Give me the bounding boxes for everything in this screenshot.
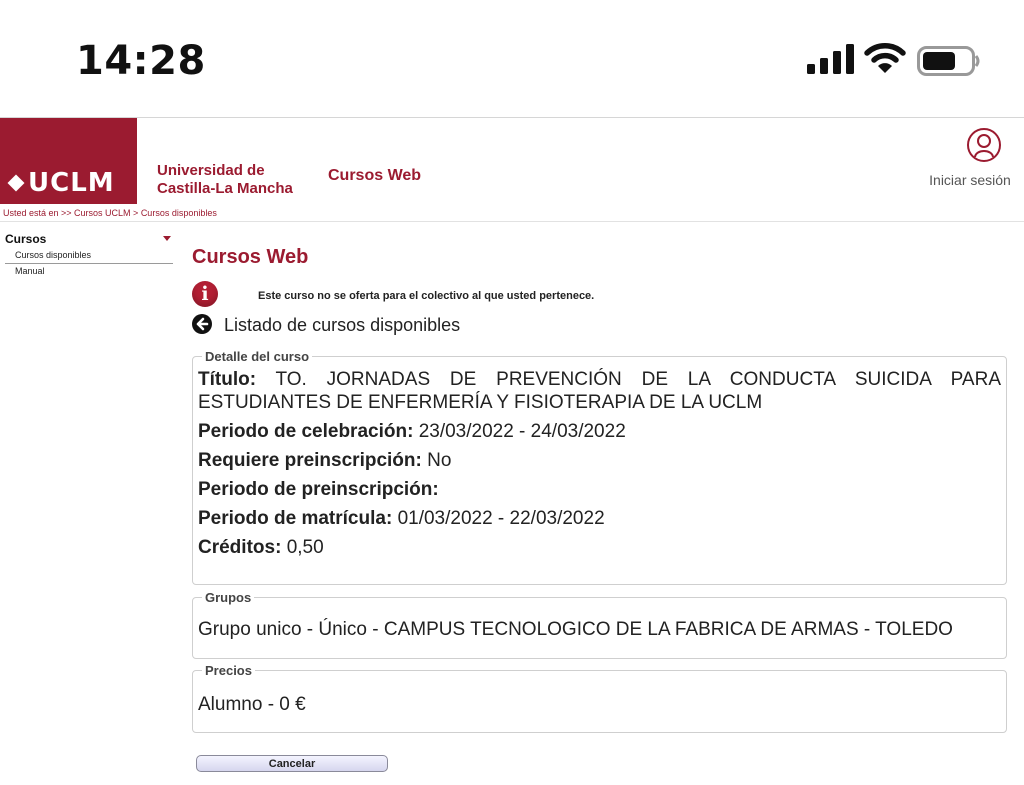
preregistration-period-label: Periodo de preinscripción: xyxy=(198,479,439,500)
info-icon: i xyxy=(192,281,218,307)
preregistration-period-row: Periodo de preinscripción: xyxy=(198,478,1006,501)
preregistration-required-value: No xyxy=(427,450,452,471)
back-link-label: Listado de cursos disponibles xyxy=(224,315,461,335)
credits-label: Créditos: xyxy=(198,537,282,558)
course-title-value: TO. JORNADAS DE PREVENCIÓN DE LA CONDUCT… xyxy=(198,369,1001,413)
status-time: 14:28 xyxy=(76,38,206,84)
battery-icon xyxy=(917,46,980,76)
arrow-left-circle-icon xyxy=(192,314,212,334)
celebration-period-value: 23/03/2022 - 24/03/2022 xyxy=(418,421,626,442)
groups-section: Grupos Grupo unico - Único - CAMPUS TECN… xyxy=(192,590,1007,659)
enrollment-period-value: 01/03/2022 - 22/03/2022 xyxy=(397,508,605,529)
sidebar-heading[interactable]: Cursos xyxy=(5,232,173,248)
prices-section: Precios Alumno - 0 € xyxy=(192,663,1007,733)
celebration-period-label: Periodo de celebración: xyxy=(198,421,414,442)
main-content: Cursos Web i Este curso no se oferta par… xyxy=(192,240,1020,772)
status-bar: 14:28 xyxy=(0,0,1024,118)
logo-text: UCLM xyxy=(28,168,115,198)
wifi-icon xyxy=(864,43,906,73)
back-to-list-link[interactable]: Listado de cursos disponibles xyxy=(192,314,692,338)
page-title: Cursos Web xyxy=(192,246,309,268)
enrollment-period-row: Periodo de matrícula: 01/03/2022 - 22/03… xyxy=(198,507,1006,530)
sidebar-item-cursos-disponibles[interactable]: Cursos disponibles xyxy=(5,248,173,264)
sidebar-item-manual[interactable]: Manual xyxy=(5,264,173,278)
breadcrumb[interactable]: Usted está en >> Cursos UCLM > Cursos di… xyxy=(3,208,217,218)
caret-down-icon xyxy=(163,236,171,241)
university-line-2: Castilla-La Mancha xyxy=(157,180,293,197)
groups-legend: Grupos xyxy=(205,590,252,605)
group-item: Grupo unico - Único - CAMPUS TECNOLOGICO… xyxy=(198,619,953,640)
login-label: Iniciar sesión xyxy=(929,172,1011,188)
celebration-period-row: Periodo de celebración: 23/03/2022 - 24/… xyxy=(198,420,1006,443)
course-title-label: Título: xyxy=(198,369,257,390)
credits-value: 0,50 xyxy=(286,537,324,558)
cancel-button[interactable]: Cancelar xyxy=(196,755,388,772)
prices-legend: Precios xyxy=(205,663,252,678)
notice-text: Este curso no se oferta para el colectiv… xyxy=(258,290,595,302)
course-detail-legend: Detalle del curso xyxy=(205,349,310,364)
enrollment-period-label: Periodo de matrícula: xyxy=(198,508,393,529)
preregistration-required-label: Requiere preinscripción: xyxy=(198,450,422,471)
credits-row: Créditos: 0,50 xyxy=(198,536,1006,559)
sidebar: Cursos Cursos disponibles Manual xyxy=(5,232,173,278)
university-line-1: Universidad de xyxy=(157,162,265,179)
site-title[interactable]: Cursos Web xyxy=(328,167,421,185)
header-divider xyxy=(0,221,1024,222)
cellular-signal-icon xyxy=(807,44,854,74)
preregistration-required-row: Requiere preinscripción: No xyxy=(198,449,1006,472)
user-icon xyxy=(967,128,1001,162)
site-header: UCLM Universidad de Castilla-La Mancha C… xyxy=(0,118,1024,204)
course-detail-section: Detalle del curso Título: TO. JORNADAS D… xyxy=(192,349,1007,585)
price-item: Alumno - 0 € xyxy=(198,694,306,715)
uclm-logo[interactable]: UCLM xyxy=(0,118,137,204)
course-title-row: Título: TO. JORNADAS DE PREVENCIÓN DE LA… xyxy=(198,368,1006,414)
logo-diamond-icon xyxy=(7,174,25,192)
university-name[interactable]: Universidad de Castilla-La Mancha xyxy=(157,162,293,198)
sidebar-heading-label: Cursos xyxy=(5,232,47,246)
notice-message: i Este curso no se oferta para el colect… xyxy=(192,281,792,307)
login-button[interactable]: Iniciar sesión xyxy=(924,127,1016,188)
